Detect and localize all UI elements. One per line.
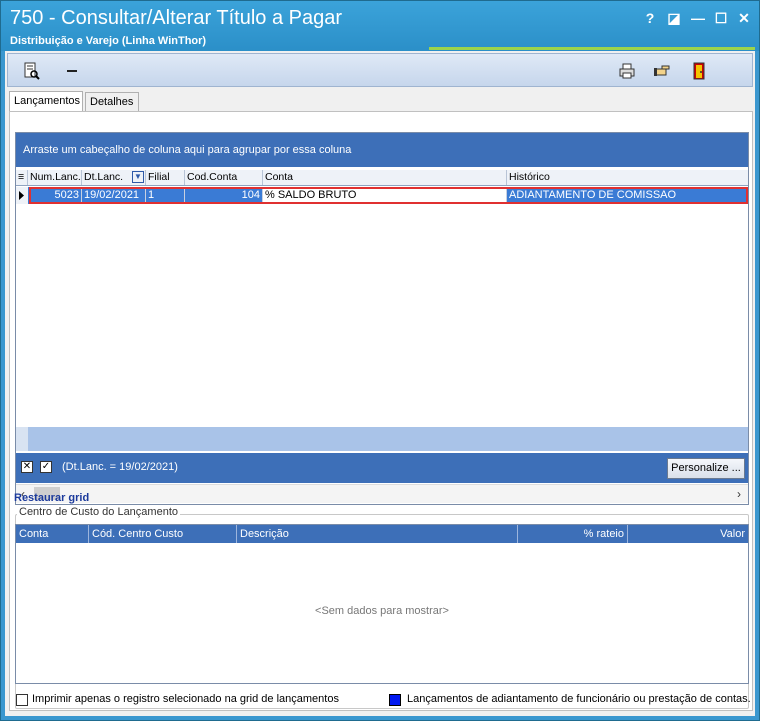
print-selected-label: Imprimir apenas o registro selecionado n… xyxy=(32,693,339,705)
grid-header: ≡ Num.Lanc. Dt.Lanc. ▼ Filial Cod.Conta … xyxy=(16,170,748,186)
col-num-lanc[interactable]: Num.Lanc. xyxy=(28,170,82,185)
col-dt-lanc-label: Dt.Lanc. xyxy=(84,171,124,183)
toolbar xyxy=(7,53,753,87)
enable-filter-checkbox[interactable]: ✓ xyxy=(40,461,52,473)
tab-lancamentos[interactable]: Lançamentos xyxy=(9,91,83,112)
personalize-button[interactable]: Personalize ... xyxy=(667,458,745,479)
col-historico[interactable]: Histórico xyxy=(507,170,748,185)
group-by-area[interactable]: Arraste um cabeçalho de coluna aqui para… xyxy=(16,133,748,167)
document-search-icon[interactable] xyxy=(22,62,40,80)
client-area: Lançamentos Detalhes Arraste um cabeçalh… xyxy=(5,51,755,716)
clear-filter-icon[interactable]: ✕ xyxy=(21,461,33,473)
col-conta[interactable]: Conta xyxy=(263,170,507,185)
col-filial[interactable]: Filial xyxy=(146,170,185,185)
main-window: 750 - Consultar/Alterar Título a Pagar D… xyxy=(0,0,760,721)
empty-state-text: <Sem dados para mostrar> xyxy=(315,605,449,617)
cell-filial[interactable]: 1 xyxy=(146,187,185,204)
filter-icon[interactable]: ▼ xyxy=(132,171,144,183)
exit-door-icon[interactable] xyxy=(690,62,708,80)
window-subtitle: Distribuição e Varejo (Linha WinThor) xyxy=(10,35,207,47)
print-selected-checkbox[interactable] xyxy=(16,694,28,706)
cost-center-legend: Centro de Custo do Lançamento xyxy=(17,506,180,518)
cell-num-lanc[interactable]: 5023 xyxy=(28,187,82,204)
cell-conta[interactable]: % SALDO BRUTO xyxy=(263,187,507,204)
tab-panel-lancamentos: Arraste um cabeçalho de coluna aqui para… xyxy=(9,111,753,711)
col-cc-rateio[interactable]: % rateio xyxy=(518,525,628,543)
hand-pointer-icon[interactable] xyxy=(653,62,671,80)
col-cc-conta[interactable]: Conta xyxy=(16,525,89,543)
grid-footer-band xyxy=(16,427,748,451)
horizontal-scrollbar[interactable]: ‹ › xyxy=(16,484,748,503)
legend-color-swatch xyxy=(389,694,401,706)
table-row[interactable]: 5023 19/02/2021 1 104 % SALDO BRUTO ADIA… xyxy=(16,187,748,204)
close-button[interactable]: ✕ xyxy=(735,9,753,27)
maximize-button[interactable]: ☐ xyxy=(712,9,730,27)
footer-indicator xyxy=(16,427,28,451)
title-accent-line xyxy=(429,47,755,50)
cell-cod-conta[interactable]: 104 xyxy=(185,187,263,204)
cell-historico[interactable]: ADIANTAMENTO DE COMISSAO xyxy=(507,187,748,204)
minimize-button[interactable]: — xyxy=(689,9,707,27)
cell-dt-lanc[interactable]: 19/02/2021 xyxy=(82,187,146,204)
col-cc-descricao[interactable]: Descrição xyxy=(237,525,518,543)
scroll-right-icon[interactable]: › xyxy=(732,486,746,502)
lancamentos-grid: Arraste um cabeçalho de coluna aqui para… xyxy=(15,132,749,505)
filter-expression: (Dt.Lanc. = 19/02/2021) xyxy=(62,461,178,473)
cost-center-header: Conta Cód. Centro Custo Descrição % rate… xyxy=(16,525,748,543)
col-cc-codigo[interactable]: Cód. Centro Custo xyxy=(89,525,237,543)
bottom-bar: Imprimir apenas o registro selecionado n… xyxy=(11,691,755,711)
tab-detalhes[interactable]: Detalhes xyxy=(85,92,139,111)
help-button[interactable]: ? xyxy=(641,9,659,27)
column-chooser-icon[interactable]: ≡ xyxy=(16,170,28,185)
col-cc-valor[interactable]: Valor xyxy=(628,525,748,543)
restore-layout-button[interactable]: ◪ xyxy=(665,9,683,27)
restore-grid-link[interactable]: Restaurar grid xyxy=(14,492,89,504)
printer-icon[interactable] xyxy=(618,62,636,80)
col-cod-conta[interactable]: Cod.Conta xyxy=(185,170,263,185)
minus-icon[interactable] xyxy=(63,62,81,80)
legend-text: Lançamentos de adiantamento de funcionár… xyxy=(407,693,751,705)
col-dt-lanc[interactable]: Dt.Lanc. ▼ xyxy=(82,170,146,185)
title-bar: 750 - Consultar/Alterar Título a Pagar D… xyxy=(1,1,759,51)
cost-center-grid: Conta Cód. Centro Custo Descrição % rate… xyxy=(15,524,749,684)
window-title: 750 - Consultar/Alterar Título a Pagar xyxy=(10,7,343,29)
filter-bar: ✕ ✓ (Dt.Lanc. = 19/02/2021) Personalize … xyxy=(16,453,748,483)
